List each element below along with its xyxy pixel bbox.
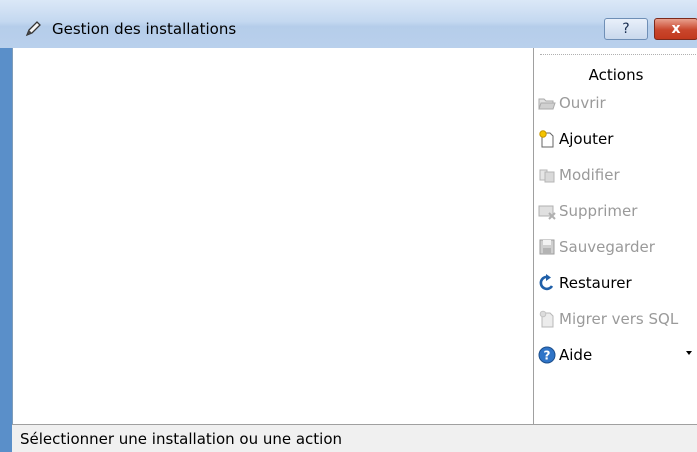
close-button[interactable]: x [654,18,697,40]
action-supprimer[interactable]: Supprimer [538,200,697,222]
action-label: Restaurer [559,274,632,292]
action-label: Aide [559,346,593,364]
actions-pane: Actions Ouvrir Ajouter Modifier Supprime… [534,48,697,424]
new-document-icon [539,130,554,148]
chevron-down-icon[interactable] [686,351,692,355]
action-label: Migrer vers SQL [559,310,679,328]
action-label: Ouvrir [559,94,606,112]
installations-list[interactable] [13,48,534,424]
action-sauvegarder[interactable]: Sauvegarder [538,236,697,258]
save-disk-icon [539,239,555,255]
open-folder-icon [538,98,556,110]
actions-header: Actions [588,66,644,84]
action-aide[interactable]: ? Aide [538,344,697,366]
edit-document-icon [539,169,555,183]
action-modifier[interactable]: Modifier [538,164,697,186]
help-button[interactable]: ? [604,18,648,40]
app-window: Gestion des installations ? x Actions Ou… [0,0,697,452]
close-icon: x [671,21,681,37]
svg-text:?: ? [544,349,551,363]
title-bar[interactable]: Gestion des installations ? x [0,0,697,49]
action-label: Ajouter [559,130,614,148]
migrate-document-icon [539,310,554,328]
delete-icon [538,205,556,220]
action-migrer-vers-sql[interactable]: Migrer vers SQL [538,308,697,330]
help-circle-icon: ? [538,346,556,364]
action-label: Sauvegarder [559,238,655,256]
restore-arrow-icon [539,274,554,291]
window-title: Gestion des installations [52,20,237,38]
question-mark-icon: ? [622,21,630,37]
client-area: Actions Ouvrir Ajouter Modifier Supprime… [12,48,697,424]
status-text: Sélectionner une installation ou une act… [20,430,343,448]
action-ouvrir[interactable]: Ouvrir [538,92,697,114]
window-left-border [0,48,12,452]
action-label: Supprimer [559,202,638,220]
action-restaurer[interactable]: Restaurer [538,272,697,294]
pane-grip[interactable] [540,54,696,56]
status-bar: Sélectionner une installation ou une act… [12,424,697,452]
pencil-icon [25,21,41,37]
action-label: Modifier [559,166,620,184]
action-ajouter[interactable]: Ajouter [538,128,697,150]
